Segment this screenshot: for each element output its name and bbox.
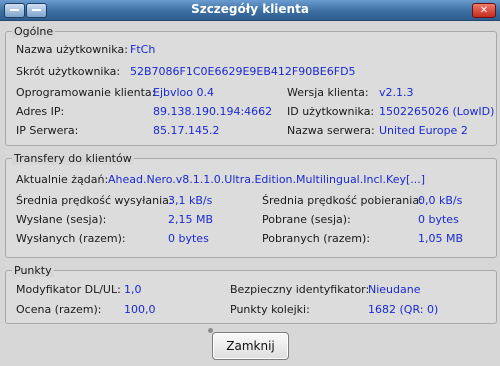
close-button[interactable]: Zamknij xyxy=(212,332,289,360)
modifier-value: 1,0 xyxy=(124,283,142,296)
avg-upload-value: 3,1 kB/s xyxy=(168,194,213,207)
transfers-group-title: Transfery do klientów xyxy=(12,152,134,165)
recv-session-label: Pobrane (sesja): xyxy=(262,213,351,226)
title-bar[interactable]: Szczegóły klienta ✕ xyxy=(0,0,500,21)
userid-value: 1502265026 (LowID) xyxy=(379,105,495,118)
close-window-button[interactable]: ✕ xyxy=(472,3,496,18)
queue-label: Punkty kolejki: xyxy=(230,303,310,316)
rating-value: 100,0 xyxy=(124,303,156,316)
avg-download-label: Średnia prędkość pobierania: xyxy=(262,194,423,207)
current-request-label: Aktualnie żądań: xyxy=(16,173,109,186)
userid-label: ID użytkownika: xyxy=(287,105,375,118)
server-name-label: Nazwa serwera: xyxy=(287,124,375,137)
avg-download-value: 0,0 kB/s xyxy=(418,194,463,207)
hash-value: 52B7086F1C0E6629E9EB412F90BE6FD5 xyxy=(130,65,356,78)
recv-total-label: Pobranych (razem): xyxy=(262,232,371,245)
recv-total-value: 1,05 MB xyxy=(418,232,464,245)
software-value: Ejbvloo 0.4 xyxy=(153,86,215,99)
sent-total-label: Wysłanych (razem): xyxy=(16,232,126,245)
avg-upload-label: Średnia prędkość wysyłania: xyxy=(16,194,173,207)
software-label: Oprogramowanie klienta: xyxy=(16,86,156,99)
general-group-title: Ogólne xyxy=(12,25,56,38)
current-request-value: Ahead.Nero.v8.1.1.0.Ultra.Edition.Multil… xyxy=(108,173,426,186)
secure-id-label: Bezpieczny identyfikator: xyxy=(230,283,370,296)
username-label: Nazwa użytkownika: xyxy=(16,43,128,56)
recv-session-value: 0 bytes xyxy=(418,213,459,226)
secure-id-value: Nieudane xyxy=(368,283,421,296)
window-title: Szczegóły klienta xyxy=(191,2,309,16)
username-value: FtCh xyxy=(130,43,156,56)
close-icon: ✕ xyxy=(479,5,489,16)
ip-value: 89.138.190.194:4662 xyxy=(153,105,273,118)
version-value: v2.1.3 xyxy=(379,86,414,99)
modifier-label: Modyfikator DL/UL: xyxy=(16,283,121,296)
hash-label: Skrót użytkownika: xyxy=(16,65,121,78)
rating-label: Ocena (razem): xyxy=(16,303,102,316)
server-ip-label: IP Serwera: xyxy=(16,124,79,137)
sent-session-value: 2,15 MB xyxy=(168,213,214,226)
server-name-value: United Europe 2 xyxy=(379,124,468,137)
points-group-title: Punkty xyxy=(12,264,54,277)
ip-label: Adres IP: xyxy=(16,105,65,118)
version-label: Wersja klienta: xyxy=(287,86,369,99)
sent-session-label: Wysłane (sesja): xyxy=(16,213,107,226)
server-ip-value: 85.17.145.2 xyxy=(153,124,220,137)
queue-value: 1682 (QR: 0) xyxy=(368,303,439,316)
sent-total-value: 0 bytes xyxy=(168,232,209,245)
